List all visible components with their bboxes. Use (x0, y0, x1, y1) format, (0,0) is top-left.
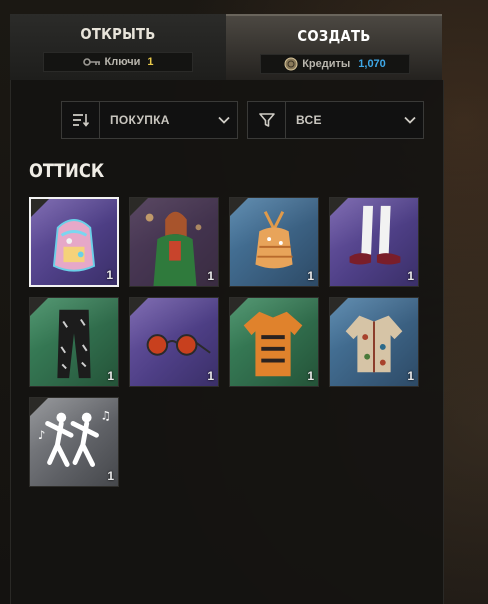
sort-label: ПОКУПКА (110, 113, 170, 127)
item-card-tshirt[interactable]: 1 (229, 297, 319, 387)
item-quantity: 1 (307, 369, 314, 383)
keys-label: Ключи (104, 56, 141, 68)
item-quantity: 1 (407, 269, 414, 283)
item-card-sunglasses[interactable]: 1 (129, 297, 219, 387)
section-title: ОТТИСК (29, 160, 105, 182)
item-quantity: 1 (307, 269, 314, 283)
credits-counter: Кредиты 1,070 (260, 54, 410, 74)
credits-value: 1,070 (358, 58, 386, 70)
item-card-shirt[interactable]: 1 (329, 297, 419, 387)
sort-icon (72, 114, 89, 127)
tab-create[interactable]: СОЗДАТЬ Кредиты 1,070 (226, 14, 442, 80)
key-icon (82, 58, 100, 66)
item-quantity: 1 (107, 369, 114, 383)
chevron-down-icon (218, 116, 230, 124)
svg-text:♫: ♫ (100, 409, 111, 423)
keys-value: 1 (147, 56, 154, 68)
svg-text:♪: ♪ (38, 428, 45, 442)
filter-label: ВСЕ (296, 113, 322, 127)
item-quantity: 1 (207, 369, 214, 383)
item-card-pants[interactable]: 1 (29, 297, 119, 387)
item-quantity: 1 (107, 469, 114, 483)
tab-open[interactable]: ОТКРЫТЬ Ключи 1 (10, 14, 226, 80)
credits-label: Кредиты (302, 58, 351, 70)
tab-create-label: СОЗДАТЬ (297, 27, 371, 45)
item-quantity: 1 (407, 369, 414, 383)
sort-dropdown[interactable]: ПОКУПКА (61, 101, 238, 139)
item-card-halter-top[interactable]: 1 (229, 197, 319, 287)
funnel-icon (258, 113, 275, 127)
item-card-stockings[interactable]: 1 (329, 197, 419, 287)
tab-open-label: ОТКРЫТЬ (80, 25, 156, 43)
item-card-backpack[interactable]: 1 (29, 197, 119, 287)
filter-dropdown[interactable]: ВСЕ (247, 101, 424, 139)
item-card-emote[interactable]: ♪ ♫ 1 (29, 397, 119, 487)
keys-counter: Ключи 1 (43, 52, 193, 72)
item-card-outfit[interactable]: 1 (129, 197, 219, 287)
item-quantity: 1 (106, 268, 113, 282)
chevron-down-icon (404, 116, 416, 124)
item-quantity: 1 (207, 269, 214, 283)
credits-coin-icon (284, 57, 298, 71)
